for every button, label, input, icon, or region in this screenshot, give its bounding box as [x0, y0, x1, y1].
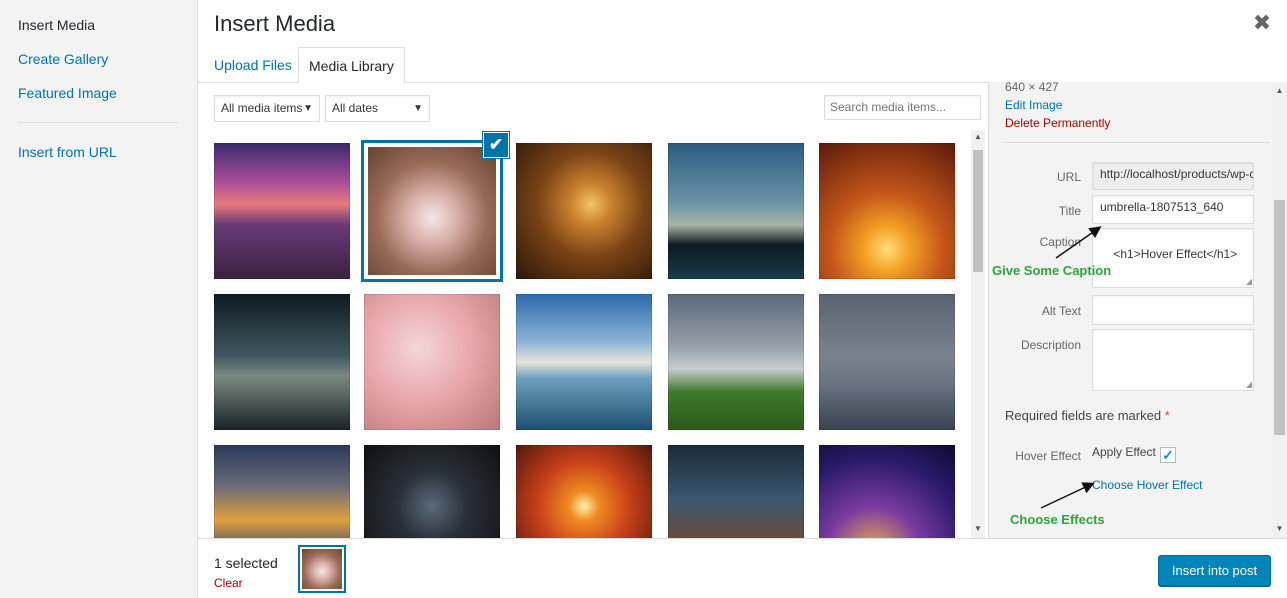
description-label: Description	[1020, 338, 1081, 352]
media-type-filter-value: All media items	[221, 101, 303, 115]
apply-effect-label: Apply Effect	[1092, 445, 1156, 459]
insert-into-post-button[interactable]: Insert into post	[1158, 555, 1271, 586]
attachment-hot-air-balloon[interactable]	[819, 445, 955, 538]
search-input[interactable]: Search media items...	[824, 95, 981, 120]
grid-scrollbar[interactable]: ▲ ▼	[971, 130, 985, 538]
attachment-pocket-watch[interactable]	[364, 445, 500, 538]
caption-value: <h1>Hover Effect</h1>	[1113, 247, 1238, 261]
media-type-filter[interactable]: All media items ▼	[214, 95, 320, 122]
attachment-pool-ladder[interactable]	[516, 294, 652, 430]
hover-effect-label: Hover Effect	[1015, 449, 1081, 463]
chevron-down-icon: ▼	[413, 103, 423, 114]
annotation-give-caption: Give Some Caption	[992, 263, 1112, 278]
url-field[interactable]: http://localhost/products/wp-content/upl…	[1092, 162, 1254, 190]
attachment-pier-storm[interactable]	[819, 294, 955, 430]
menu-item-featured-image[interactable]: Featured Image	[18, 85, 117, 101]
tab-media-library[interactable]: Media Library	[298, 47, 405, 83]
annotation-choose-effects: Choose Effects	[1010, 512, 1105, 527]
edit-image-link[interactable]: Edit Image	[1005, 98, 1062, 112]
annotation-arrow-effects	[1040, 482, 1095, 509]
attachment-tree-sunset[interactable]	[819, 143, 955, 279]
details-scrollbar-thumb[interactable]	[1274, 200, 1285, 435]
attachment-island-sunset[interactable]	[516, 445, 652, 538]
caption-field[interactable]: <h1>Hover Effect</h1> ◢	[1092, 228, 1254, 288]
delete-permanently-link[interactable]: Delete Permanently	[1005, 116, 1110, 130]
tab-upload-files[interactable]: Upload Files	[204, 47, 302, 83]
date-filter-value: All dates	[332, 101, 379, 115]
clear-selection-link[interactable]: Clear	[214, 576, 243, 590]
required-note-text: Required fields are marked	[1005, 408, 1162, 423]
resize-grip-icon[interactable]: ◢	[1246, 380, 1252, 389]
title-label: Title	[1058, 204, 1081, 218]
attachment-tower-bridge[interactable]	[214, 294, 350, 430]
grid-scrollbar-thumb[interactable]	[973, 150, 983, 272]
caption-label: Caption	[1039, 235, 1081, 249]
attachment-sea-sunset[interactable]	[214, 445, 350, 538]
attachment-umbrella-monk[interactable]	[361, 140, 503, 282]
scroll-down-icon[interactable]: ▼	[1272, 524, 1287, 533]
description-field[interactable]: ◢	[1092, 329, 1254, 391]
required-star: *	[1164, 408, 1170, 423]
menu-item-insert-from-url[interactable]: Insert from URL	[18, 144, 117, 160]
scroll-up-icon[interactable]: ▲	[1272, 86, 1287, 95]
selected-thumbnail[interactable]	[298, 545, 346, 593]
choose-hover-effect-link[interactable]: Choose Hover Effect	[1092, 478, 1203, 492]
attachment-tunnel[interactable]	[516, 143, 652, 279]
attachment-coastal-town-sunset[interactable]	[214, 143, 350, 279]
attachments-grid	[198, 130, 988, 538]
date-filter[interactable]: All dates ▼	[325, 95, 430, 122]
frame-title: Insert Media	[214, 11, 336, 36]
apply-effect-checkbox[interactable]: ✓	[1160, 447, 1176, 463]
attachment-white-mansion[interactable]	[668, 294, 804, 430]
attachment-stage-shoes[interactable]	[668, 445, 804, 538]
alt-text-field[interactable]	[1092, 295, 1254, 325]
scroll-down-icon[interactable]: ▼	[971, 524, 985, 534]
alt-text-label: Alt Text	[1041, 304, 1081, 318]
resize-grip-icon[interactable]: ◢	[1246, 277, 1252, 286]
menu-separator	[18, 122, 178, 123]
media-menu: Insert Media Create Gallery Featured Ima…	[0, 0, 198, 598]
title-field[interactable]: umbrella-1807513_640	[1092, 195, 1254, 224]
url-label: URL	[1056, 170, 1081, 184]
selection-count: 1 selected	[214, 555, 278, 571]
selected-check-icon[interactable]: ✔	[483, 132, 509, 158]
chevron-down-icon: ▼	[303, 103, 313, 114]
checkmark-icon: ✓	[1162, 447, 1174, 463]
required-note: Required fields are marked *	[1005, 408, 1170, 423]
media-toolbar-footer: 1 selected Clear	[198, 538, 1287, 598]
attachment-palm-sunset[interactable]	[668, 143, 804, 279]
attachment-details: 640 × 427 Edit Image Delete Permanently …	[988, 82, 1287, 538]
attachment-pink-clouds[interactable]	[364, 294, 500, 430]
details-scrollbar[interactable]: ▲ ▼	[1272, 82, 1287, 538]
scroll-up-icon[interactable]: ▲	[971, 132, 985, 142]
details-divider	[1005, 142, 1270, 143]
menu-item-insert-media[interactable]: Insert Media	[18, 17, 95, 33]
menu-item-create-gallery[interactable]: Create Gallery	[18, 51, 108, 67]
image-dimensions: 640 × 427	[1005, 82, 1059, 94]
close-icon[interactable]: ✖	[1252, 12, 1272, 34]
